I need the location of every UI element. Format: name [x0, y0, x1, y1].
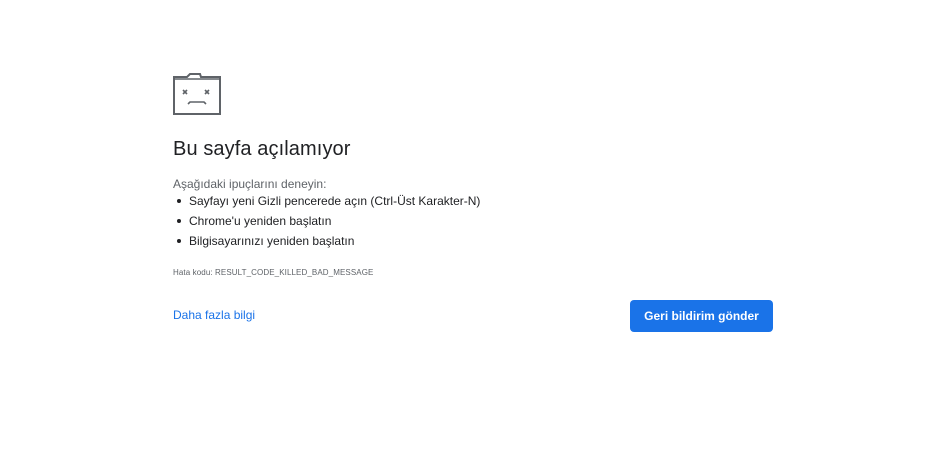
suggestion-text: Sayfayı yeni Gizli pencerede açın (Ctrl-…: [189, 194, 481, 208]
bullet-icon: [177, 199, 181, 203]
send-feedback-button[interactable]: Geri bildirim gönder: [630, 300, 773, 332]
bullet-icon: [177, 219, 181, 223]
bullet-icon: [177, 239, 181, 243]
suggestions-list: Sayfayı yeni Gizli pencerede açın (Ctrl-…: [173, 193, 480, 253]
list-item: Chrome'u yeniden başlatın: [173, 213, 480, 233]
more-info-link[interactable]: Daha fazla bilgi: [173, 308, 255, 322]
sad-folder-icon: [173, 73, 221, 115]
suggestion-text: Chrome'u yeniden başlatın: [189, 214, 332, 228]
suggestion-text: Bilgisayarınızı yeniden başlatın: [189, 234, 355, 248]
error-code: Hata kodu: RESULT_CODE_KILLED_BAD_MESSAG…: [173, 268, 374, 277]
list-item: Bilgisayarınızı yeniden başlatın: [173, 233, 480, 253]
page-title: Bu sayfa açılamıyor: [173, 138, 351, 160]
list-item: Sayfayı yeni Gizli pencerede açın (Ctrl-…: [173, 193, 480, 213]
suggestions-intro: Aşağıdaki ipuçlarını deneyin:: [173, 177, 327, 191]
